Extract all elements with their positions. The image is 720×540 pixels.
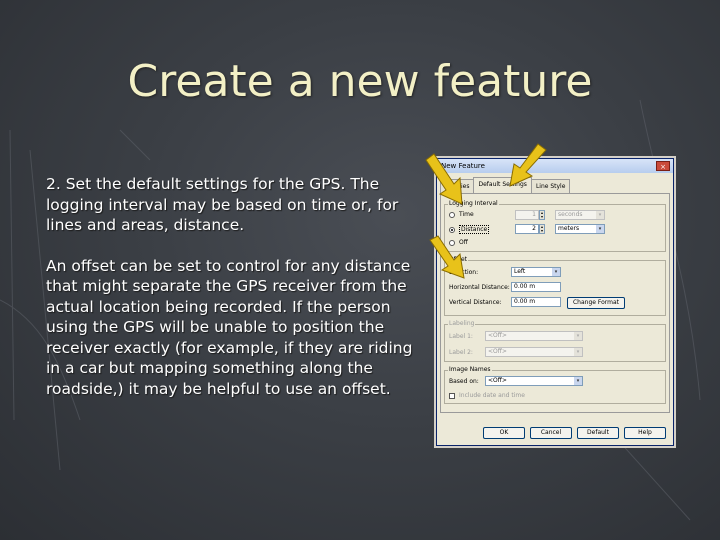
help-button[interactable]: Help bbox=[624, 427, 666, 439]
based-on-row: Based on: bbox=[449, 378, 479, 385]
time-radio[interactable] bbox=[449, 211, 455, 218]
distance-unit-select[interactable]: meters ▾ bbox=[555, 224, 605, 234]
close-icon[interactable]: × bbox=[656, 161, 670, 171]
label2-value: <Off> bbox=[488, 348, 507, 355]
horizontal-distance-input[interactable]: 0.00 m bbox=[511, 282, 561, 292]
time-label: Time bbox=[459, 211, 474, 218]
label1-label: Label 1: bbox=[449, 333, 473, 340]
direction-select[interactable]: Left ▾ bbox=[511, 267, 561, 277]
arrow-to-offset-icon bbox=[429, 235, 465, 279]
offset-group: Offset Direction: Left ▾ Horizontal Dist… bbox=[444, 256, 666, 316]
default-settings-panel: Logging Interval Time 1 ▴ ▾ seconds ▾ Dis… bbox=[440, 193, 670, 413]
slide-title: Create a new feature bbox=[127, 56, 593, 107]
horizontal-label: Horizontal Distance: bbox=[449, 284, 510, 291]
paragraph-logging: 2. Set the default settings for the GPS.… bbox=[46, 175, 399, 234]
chevron-down-icon: ▾ bbox=[574, 348, 582, 356]
time-row[interactable]: Time bbox=[449, 211, 474, 218]
label2-select[interactable]: <Off> ▾ bbox=[485, 347, 583, 357]
chevron-down-icon: ▾ bbox=[574, 332, 582, 340]
chevron-down-icon: ▾ bbox=[596, 225, 604, 233]
default-button[interactable]: Default bbox=[577, 427, 619, 439]
new-feature-dialog: New Feature × operties Default Settings … bbox=[436, 158, 674, 446]
time-value-input[interactable]: 1 bbox=[515, 210, 539, 220]
arrow-to-default-settings-tab-icon bbox=[509, 143, 547, 187]
time-spinner[interactable]: ▴ ▾ bbox=[539, 210, 545, 220]
label1-select[interactable]: <Off> ▾ bbox=[485, 331, 583, 341]
direction-value: Left bbox=[514, 268, 526, 275]
time-unit-value: seconds bbox=[558, 211, 583, 218]
ok-button[interactable]: OK bbox=[483, 427, 525, 439]
chevron-down-icon: ▾ bbox=[596, 211, 604, 219]
label1-row: Label 1: bbox=[449, 333, 473, 340]
based-on-label: Based on: bbox=[449, 378, 479, 385]
slide-body: 2. Set the default settings for the GPS.… bbox=[46, 174, 426, 419]
image-names-label: Image Names bbox=[448, 366, 492, 373]
distance-unit-value: meters bbox=[558, 225, 580, 232]
based-on-value: <Off> bbox=[488, 377, 507, 384]
include-date-row[interactable]: Include date and time bbox=[449, 392, 525, 399]
horizontal-row: Horizontal Distance: bbox=[449, 284, 510, 291]
label1-value: <Off> bbox=[488, 332, 507, 339]
vertical-label: Vertical Distance: bbox=[449, 299, 502, 306]
include-date-label: Include date and time bbox=[459, 392, 525, 399]
chevron-down-icon: ▾ bbox=[552, 268, 560, 276]
paragraph-offset: An offset can be set to control for any … bbox=[46, 256, 413, 398]
time-unit-select[interactable]: seconds ▾ bbox=[555, 210, 605, 220]
chevron-down-icon: ▾ bbox=[574, 377, 582, 385]
vertical-row: Vertical Distance: bbox=[449, 299, 502, 306]
vertical-distance-input[interactable]: 0.00 m bbox=[511, 297, 561, 307]
logging-interval-group: Logging Interval Time 1 ▴ ▾ seconds ▾ Dis… bbox=[444, 200, 666, 252]
distance-spinner[interactable]: ▴ ▾ bbox=[539, 224, 545, 234]
cancel-button[interactable]: Cancel bbox=[530, 427, 572, 439]
labeling-group: Labeling Label 1: <Off> ▾ Label 2: <Off>… bbox=[444, 320, 666, 362]
include-date-checkbox[interactable] bbox=[449, 392, 455, 399]
label2-label: Label 2: bbox=[449, 349, 473, 356]
distance-value-input[interactable]: 2 bbox=[515, 224, 539, 234]
based-on-select[interactable]: <Off> ▾ bbox=[485, 376, 583, 386]
labeling-label: Labeling bbox=[448, 320, 476, 327]
image-names-group: Image Names Based on: <Off> ▾ Include da… bbox=[444, 366, 666, 404]
arrow-to-logging-icon bbox=[425, 153, 463, 205]
label2-row: Label 2: bbox=[449, 349, 473, 356]
change-format-button[interactable]: Change Format bbox=[567, 297, 625, 309]
dialog-titlebar: New Feature bbox=[437, 159, 673, 173]
